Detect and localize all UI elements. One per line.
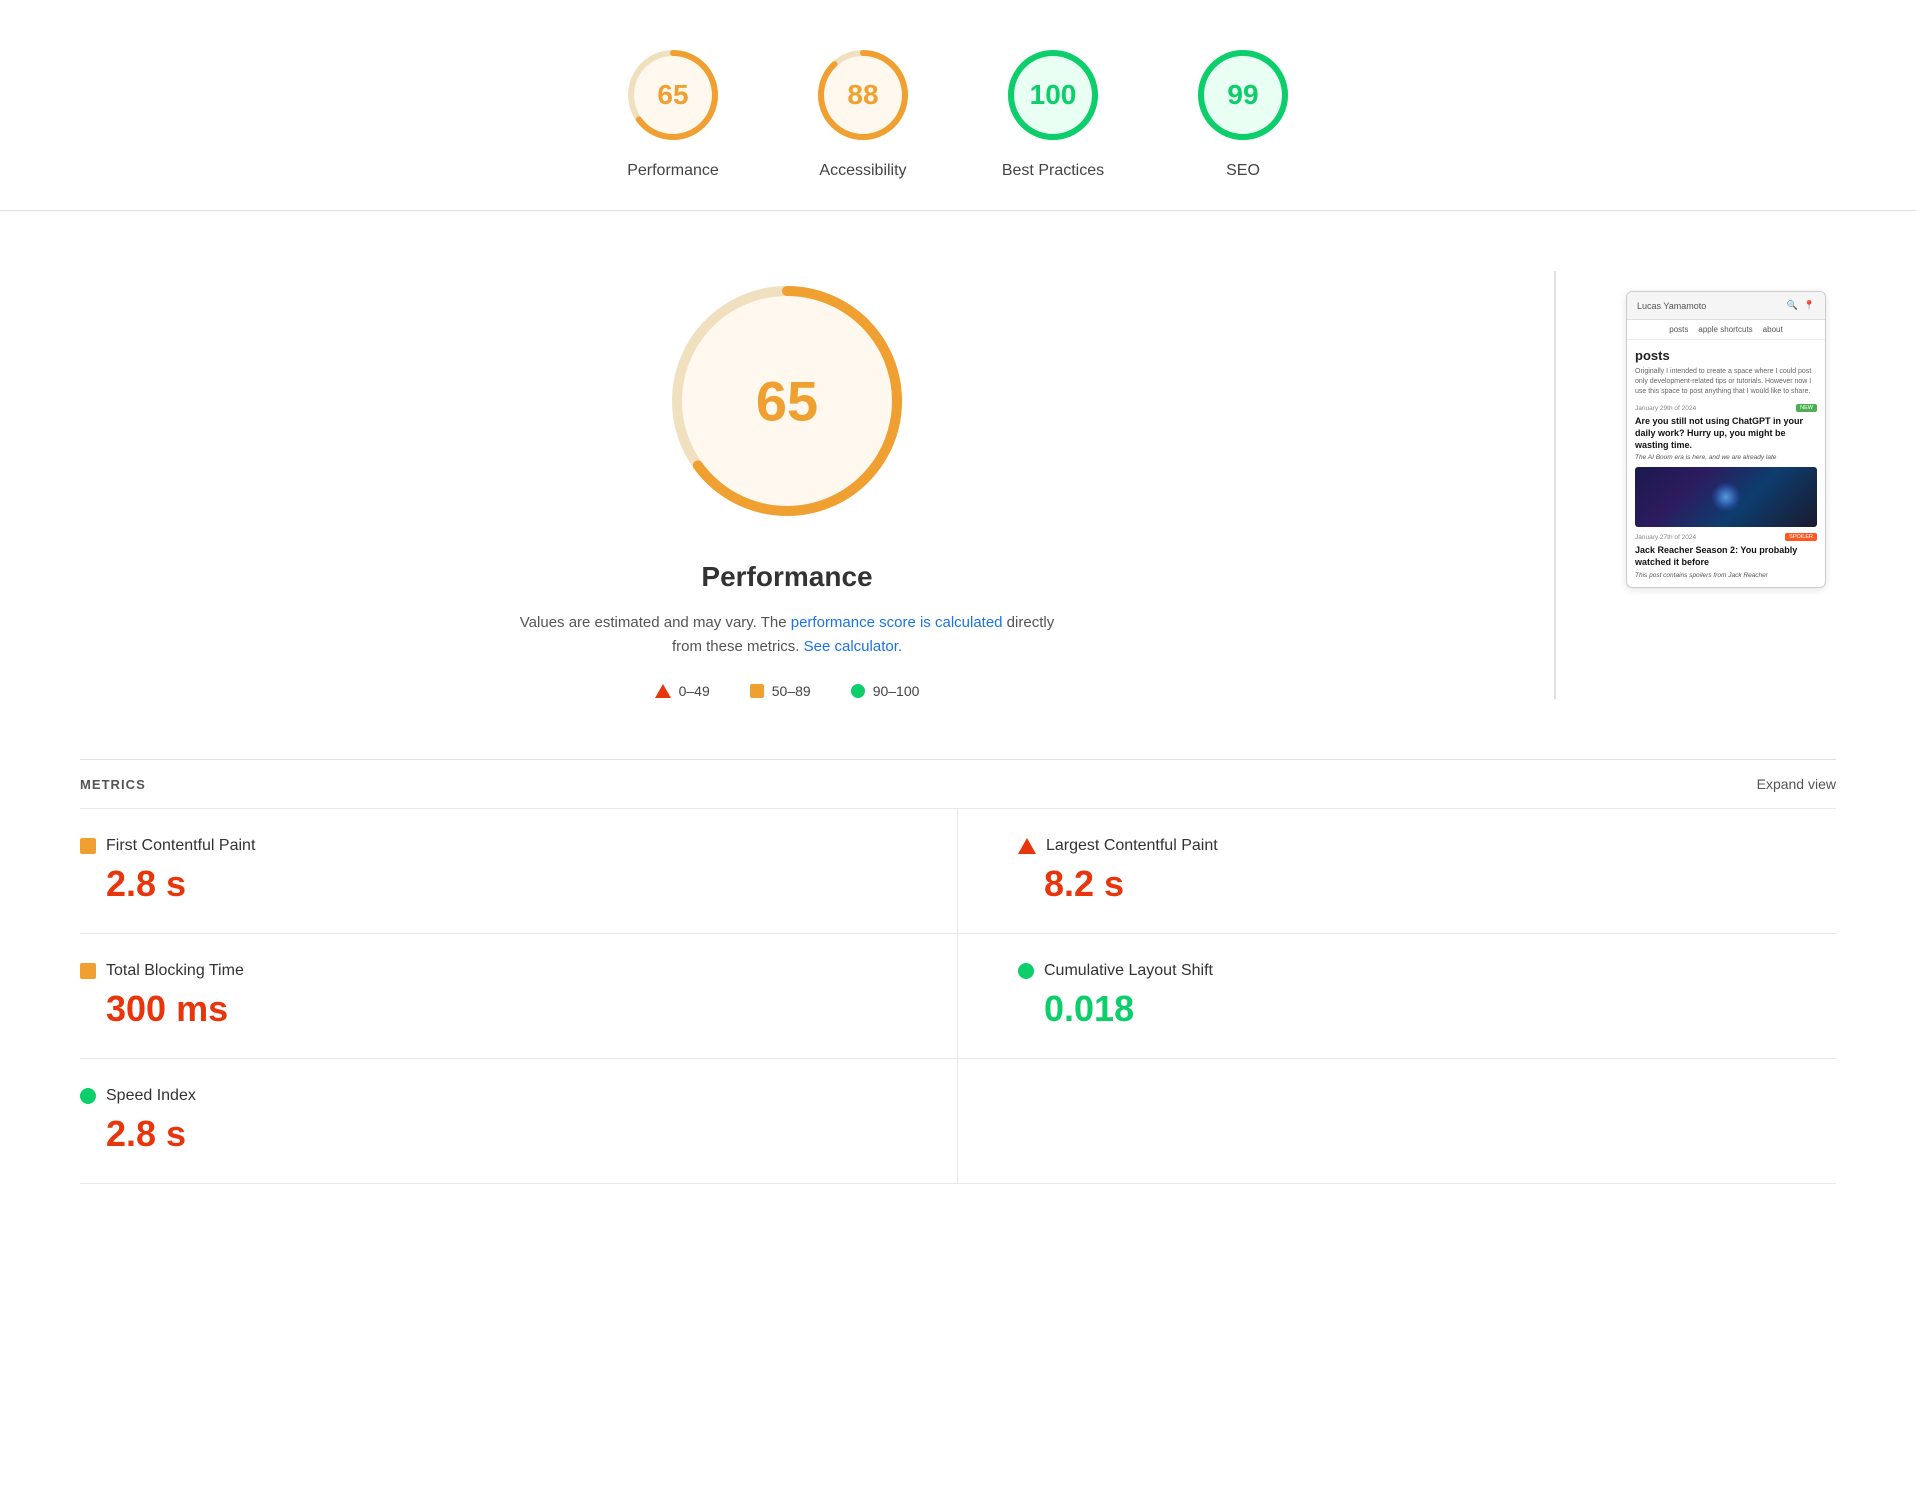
thumb-posts-title: posts	[1635, 348, 1817, 363]
score-ring-seo: 99	[1188, 40, 1298, 150]
metric-name-fcp: First Contentful Paint	[106, 837, 255, 855]
big-score-value: 65	[756, 369, 818, 434]
metric-name-cls: Cumulative Layout Shift	[1044, 962, 1213, 980]
metric-cell-cls: Cumulative Layout Shift 0.018	[958, 934, 1836, 1059]
legend-item-red: 0–49	[655, 683, 710, 699]
score-label-best-practices: Best Practices	[1002, 162, 1104, 180]
metric-header-fcp: First Contentful Paint	[80, 837, 897, 855]
legend-item-orange: 50–89	[750, 683, 811, 699]
score-value-accessibility: 88	[847, 79, 878, 111]
thumb-article1-date: January 29th of 2024	[1635, 405, 1696, 412]
metric-header-si: Speed Index	[80, 1087, 897, 1105]
legend-range-orange: 50–89	[772, 683, 811, 699]
score-value-performance: 65	[657, 79, 688, 111]
left-panel: 65 Performance Values are estimated and …	[80, 271, 1494, 699]
thumb-article1-sub: The AI Boom era is here, and we are alre…	[1635, 454, 1817, 461]
thumb-article2-badge: SPOILER	[1785, 533, 1817, 541]
metric-value-fcp: 2.8 s	[80, 863, 897, 905]
metric-value-cls: 0.018	[1018, 988, 1836, 1030]
thumb-article2-header: January 27th of 2024 SPOILER	[1635, 533, 1817, 541]
metrics-grid: First Contentful Paint 2.8 s Largest Con…	[80, 808, 1836, 1184]
thumb-section-desc: Originally I intended to create a space …	[1635, 367, 1817, 396]
thumb-nav-about: about	[1763, 325, 1783, 334]
performance-description: Values are estimated and may vary. The p…	[517, 611, 1057, 659]
metric-cell-empty	[958, 1059, 1836, 1184]
panel-separator	[1554, 271, 1556, 699]
main-content: 65 Performance Values are estimated and …	[0, 211, 1916, 739]
metrics-section: METRICS Expand view First Contentful Pai…	[0, 759, 1916, 1184]
thumb-article1-badge: NEW	[1796, 404, 1817, 412]
score-header: 65 Performance 88 Accessibility 100 Best…	[0, 0, 1916, 211]
score-label-accessibility: Accessibility	[819, 162, 906, 180]
thumb-article2-date: January 27th of 2024	[1635, 534, 1696, 541]
metric-header-cls: Cumulative Layout Shift	[1018, 962, 1836, 980]
thumb-nav-posts: posts	[1669, 325, 1688, 334]
legend-circle-icon	[851, 684, 865, 698]
metric-cell-fcp: First Contentful Paint 2.8 s	[80, 809, 958, 934]
score-label-seo: SEO	[1226, 162, 1260, 180]
score-card-best-practices[interactable]: 100 Best Practices	[998, 40, 1108, 180]
search-icon: 🔍	[1787, 300, 1798, 311]
score-ring-performance: 65	[618, 40, 728, 150]
thumb-article-image	[1635, 467, 1817, 527]
metric-cell-tbt: Total Blocking Time 300 ms	[80, 934, 958, 1059]
thumb-article2-sub: This post contains spoilers from Jack Re…	[1635, 572, 1817, 579]
metrics-header: METRICS Expand view	[80, 759, 1836, 808]
score-value-seo: 99	[1227, 79, 1258, 111]
location-icon: 📍	[1804, 300, 1815, 311]
thumb-nav: posts apple shortcuts about	[1627, 320, 1825, 340]
score-ring-best-practices: 100	[998, 40, 1108, 150]
score-card-seo[interactable]: 99 SEO	[1188, 40, 1298, 180]
legend-square-icon	[750, 684, 764, 698]
score-label-performance: Performance	[627, 162, 719, 180]
metric-value-lcp: 8.2 s	[1018, 863, 1836, 905]
perf-score-link[interactable]: performance score is calculated	[791, 614, 1003, 631]
right-panel: Lucas Yamamoto 🔍 📍 posts apple shortcuts…	[1616, 271, 1836, 699]
metric-icon-fcp	[80, 838, 96, 854]
legend-item-green: 90–100	[851, 683, 920, 699]
thumb-article1-header: January 29th of 2024 NEW	[1635, 404, 1817, 412]
metric-name-tbt: Total Blocking Time	[106, 962, 244, 980]
thumb-nav-shortcuts: apple shortcuts	[1698, 325, 1752, 334]
thumb-article1-title: Are you still not using ChatGPT in your …	[1635, 416, 1817, 451]
score-ring-accessibility: 88	[808, 40, 918, 150]
metric-icon-tbt	[80, 963, 96, 979]
score-value-best-practices: 100	[1030, 79, 1077, 111]
thumb-site-name: Lucas Yamamoto	[1637, 301, 1706, 311]
website-thumbnail: Lucas Yamamoto 🔍 📍 posts apple shortcuts…	[1626, 291, 1826, 588]
big-gauge: 65	[657, 271, 917, 531]
metric-value-si: 2.8 s	[80, 1113, 897, 1155]
score-legend: 0–49 50–89 90–100	[655, 683, 920, 699]
metrics-title: METRICS	[80, 777, 146, 792]
thumb-body: posts Originally I intended to create a …	[1627, 340, 1825, 587]
expand-view-button[interactable]: Expand view	[1757, 776, 1836, 792]
score-card-performance[interactable]: 65 Performance	[618, 40, 728, 180]
legend-range-red: 0–49	[679, 683, 710, 699]
legend-range-green: 90–100	[873, 683, 920, 699]
metric-icon-si	[80, 1088, 96, 1104]
performance-title: Performance	[701, 561, 872, 593]
thumb-article2-title: Jack Reacher Season 2: You probably watc…	[1635, 545, 1817, 568]
legend-triangle-icon	[655, 684, 671, 698]
image-glow	[1711, 482, 1741, 512]
metric-cell-lcp: Largest Contentful Paint 8.2 s	[958, 809, 1836, 934]
metric-cell-si: Speed Index 2.8 s	[80, 1059, 958, 1184]
thumb-header: Lucas Yamamoto 🔍 📍	[1627, 292, 1825, 320]
metric-header-tbt: Total Blocking Time	[80, 962, 897, 980]
metric-name-lcp: Largest Contentful Paint	[1046, 837, 1218, 855]
metric-value-tbt: 300 ms	[80, 988, 897, 1030]
metric-header-lcp: Largest Contentful Paint	[1018, 837, 1836, 855]
score-card-accessibility[interactable]: 88 Accessibility	[808, 40, 918, 180]
metric-icon-cls	[1018, 963, 1034, 979]
calculator-link[interactable]: See calculator.	[804, 638, 902, 655]
metric-icon-lcp	[1018, 838, 1036, 854]
metric-name-si: Speed Index	[106, 1087, 196, 1105]
